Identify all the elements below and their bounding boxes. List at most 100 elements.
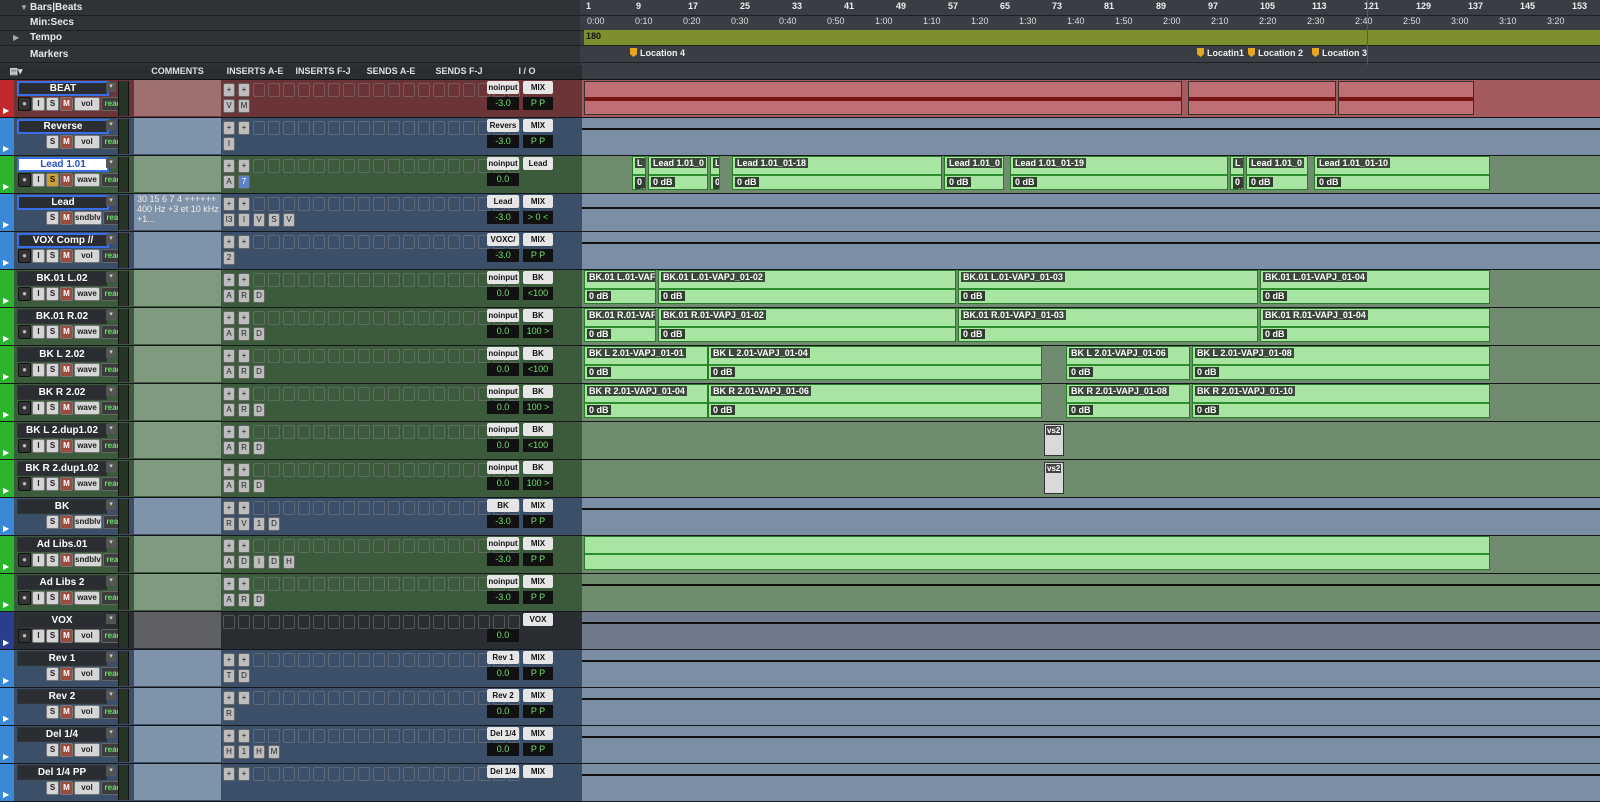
insert-slot[interactable]: [328, 767, 340, 781]
insert-slot[interactable]: [403, 729, 415, 743]
track-expand-icon[interactable]: ▶: [3, 296, 9, 305]
track-view-selector[interactable]: sndblv: [74, 211, 102, 225]
record-enable-button[interactable]: ●: [18, 97, 31, 111]
insert-slot[interactable]: [373, 463, 385, 477]
insert-plugin[interactable]: M: [268, 745, 280, 759]
insert-slot[interactable]: [268, 83, 280, 97]
output-selector[interactable]: BK: [523, 461, 553, 474]
track-row[interactable]: ▶ Lead 1.01 ▾ ● I S M wave read + + A 7 noin…: [0, 156, 1600, 194]
insert-slot[interactable]: [388, 539, 400, 553]
insert-slot[interactable]: [283, 83, 295, 97]
insert-slot[interactable]: [298, 539, 310, 553]
insert-slot[interactable]: [343, 653, 355, 667]
input-monitor-button[interactable]: I: [32, 325, 45, 339]
input-monitor-button[interactable]: I: [32, 439, 45, 453]
track-view-selector[interactable]: wave: [74, 477, 100, 491]
track-menu-chevron-icon[interactable]: ▾: [106, 652, 116, 662]
insert-plugin[interactable]: V: [283, 213, 295, 227]
insert-slot[interactable]: [268, 653, 280, 667]
mute-button[interactable]: M: [60, 781, 73, 795]
track-expand-icon[interactable]: ▶: [3, 524, 9, 533]
insert-slot[interactable]: [358, 235, 370, 249]
volume-readout[interactable]: 0.0: [487, 325, 519, 338]
insert-slot[interactable]: [388, 729, 400, 743]
automation-line[interactable]: [582, 242, 1600, 244]
insert-slot[interactable]: [388, 463, 400, 477]
insert-slot[interactable]: [298, 691, 310, 705]
track-color-bar[interactable]: ▶: [0, 118, 14, 155]
comments-field[interactable]: [134, 422, 221, 458]
track-name[interactable]: Del 1/4 PP: [17, 765, 107, 780]
insert-plugin[interactable]: D: [268, 555, 280, 569]
track-row[interactable]: ▶ Ad Libs.01 ▾ ● I S M sndblv read + + A D I D…: [0, 536, 1600, 574]
insert-slot[interactable]: [268, 159, 280, 173]
track-expand-icon[interactable]: ▶: [3, 676, 9, 685]
insert-slot[interactable]: [268, 615, 280, 629]
track-expand-icon[interactable]: ▶: [3, 410, 9, 419]
input-selector[interactable]: VOXC/: [487, 233, 519, 246]
insert-slot[interactable]: [343, 83, 355, 97]
audio-clip[interactable]: Lead 1.01_01-18 0 dB: [732, 156, 942, 190]
insert-slot[interactable]: [403, 273, 415, 287]
solo-button[interactable]: S: [46, 591, 59, 605]
record-enable-button[interactable]: ●: [18, 363, 31, 377]
insert-slot[interactable]: [298, 83, 310, 97]
insert-plugin[interactable]: R: [238, 479, 250, 493]
insert-slot[interactable]: [463, 501, 475, 515]
insert-slot[interactable]: [463, 159, 475, 173]
insert-slot[interactable]: [343, 387, 355, 401]
volume-readout[interactable]: -3.0: [487, 135, 519, 148]
insert-slot[interactable]: [253, 387, 265, 401]
track-menu-chevron-icon[interactable]: ▾: [106, 158, 116, 168]
insert-slot[interactable]: [418, 729, 430, 743]
insert-slot[interactable]: +: [223, 273, 235, 287]
insert-plugin[interactable]: 1: [253, 517, 265, 531]
insert-slot[interactable]: [313, 235, 325, 249]
track-name[interactable]: Lead 1.01: [17, 157, 109, 172]
insert-slot[interactable]: [328, 653, 340, 667]
track-menu-chevron-icon[interactable]: ▾: [106, 576, 116, 586]
insert-slot[interactable]: [358, 501, 370, 515]
track-menu-chevron-icon[interactable]: ▾: [106, 500, 116, 510]
pan-readout[interactable]: 100 >: [523, 401, 553, 414]
track-menu-chevron-icon[interactable]: ▾: [106, 120, 116, 130]
volume-readout[interactable]: -3.0: [487, 211, 519, 224]
insert-slot[interactable]: [463, 83, 475, 97]
insert-slot[interactable]: [268, 349, 280, 363]
insert-slot[interactable]: [358, 615, 370, 629]
insert-slot[interactable]: [268, 691, 280, 705]
track-lane[interactable]: [582, 118, 1600, 155]
comments-field[interactable]: [134, 536, 221, 572]
audio-clip[interactable]: BK.01 R.01-VAPJ_01-03 0 dB: [958, 308, 1258, 342]
insert-slot[interactable]: [448, 349, 460, 363]
track-expand-icon[interactable]: ▶: [3, 182, 9, 191]
bars-beats-ruler[interactable]: ▼ Bars|Beats 1 9 17 25 33 41 49 57 65 73 81 89 97 105…: [0, 0, 1600, 16]
solo-button[interactable]: S: [46, 705, 59, 719]
insert-plugin[interactable]: A: [223, 593, 235, 607]
track-color-bar[interactable]: ▶: [0, 536, 14, 573]
insert-slot[interactable]: [448, 577, 460, 591]
audio-clip[interactable]: Lead 1.01_01-10 0 dB: [1314, 156, 1490, 190]
track-lane[interactable]: [582, 612, 1600, 649]
input-monitor-button[interactable]: I: [32, 249, 45, 263]
marker-location-3[interactable]: Location 3: [1312, 48, 1367, 58]
insert-slot[interactable]: [433, 311, 445, 325]
audio-clip[interactable]: L 0 dB: [710, 156, 720, 190]
input-selector[interactable]: noinput: [487, 423, 519, 436]
insert-slot[interactable]: +: [238, 577, 250, 591]
insert-slot[interactable]: [448, 767, 460, 781]
insert-slot[interactable]: [433, 349, 445, 363]
insert-slot[interactable]: [418, 197, 430, 211]
insert-slot[interactable]: [268, 387, 280, 401]
insert-slot[interactable]: [328, 235, 340, 249]
insert-slot[interactable]: [418, 121, 430, 135]
insert-slot[interactable]: [283, 653, 295, 667]
track-view-selector[interactable]: wave: [74, 363, 100, 377]
solo-button[interactable]: S: [46, 781, 59, 795]
insert-slot[interactable]: [433, 463, 445, 477]
pan-readout[interactable]: P P: [523, 705, 553, 718]
insert-slot[interactable]: [343, 615, 355, 629]
track-view-selector[interactable]: vol: [74, 667, 100, 681]
insert-slot[interactable]: [433, 691, 445, 705]
insert-slot[interactable]: [433, 197, 445, 211]
